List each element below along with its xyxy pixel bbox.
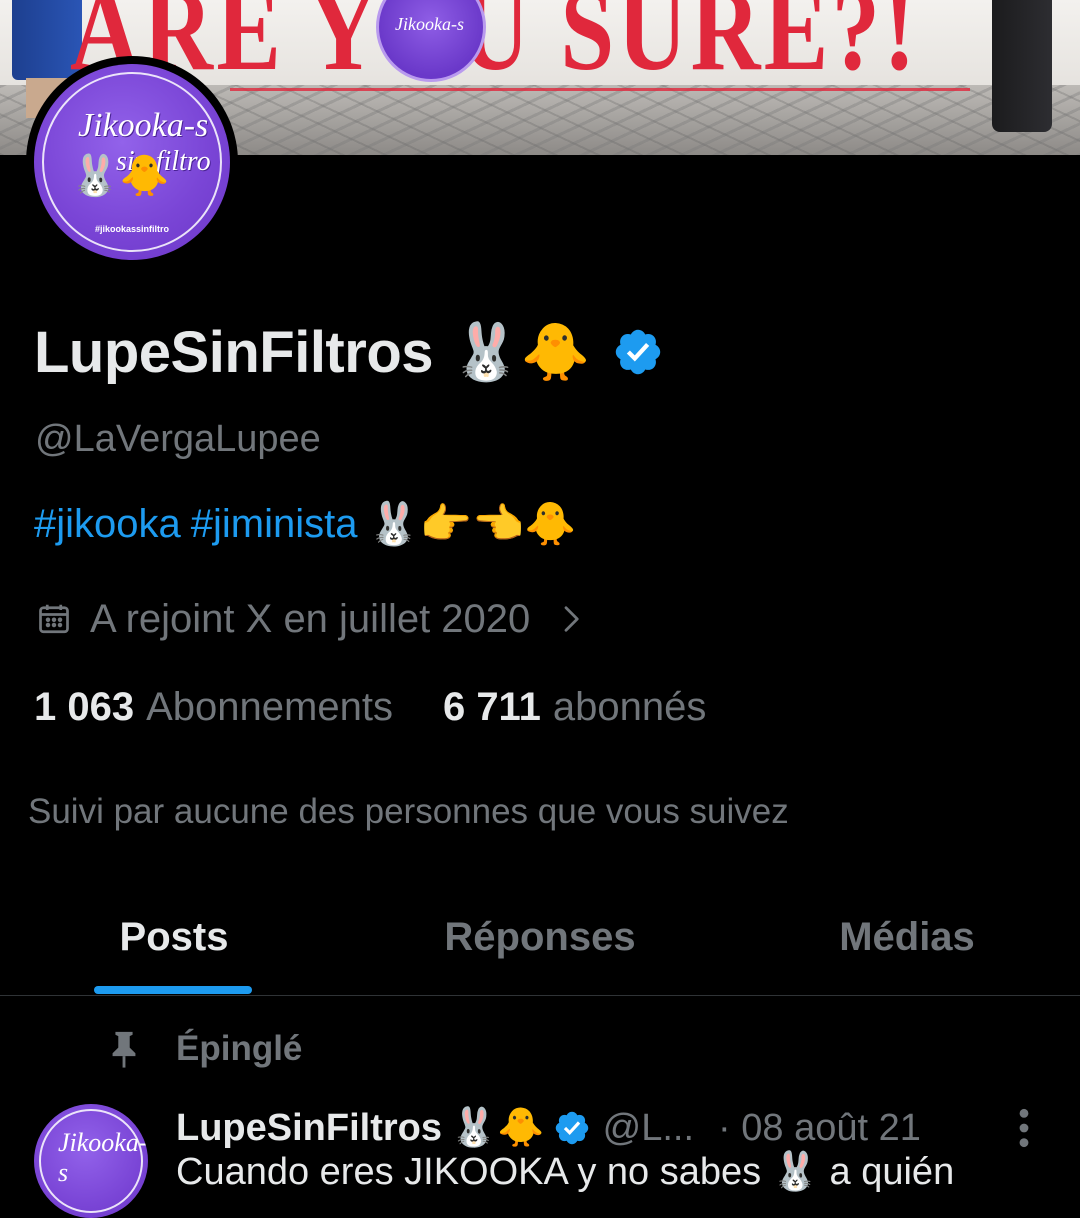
post-date[interactable]: · 08 août 21 [718, 1107, 921, 1150]
chevron-right-icon [564, 606, 579, 632]
post-author-name[interactable]: LupeSinFiltros [176, 1107, 442, 1150]
followers-link[interactable]: 6 711 abonnés [443, 685, 706, 730]
avatar-logo-line1: Jikooka-s [78, 107, 209, 144]
banner-badge-script: Jikooka-s [395, 14, 464, 34]
pinned-label: Épinglé [176, 1029, 303, 1068]
verified-badge-icon [555, 1111, 588, 1145]
tab-posts[interactable]: Posts [56, 880, 292, 995]
avatar-image: Jikooka-s sin filtro 🐰🐥 #jikookassinfilt… [34, 64, 230, 260]
post-avatar[interactable]: Jikooka-s [34, 1104, 148, 1218]
profile-display-name: LupeSinFiltros 🐰🐥 [34, 312, 664, 392]
display-name-emojis: 🐰🐥 [451, 320, 591, 383]
post-header: LupeSinFiltros 🐰🐥 @L... · 08 août 21 [176, 1102, 1036, 1154]
post-avatar-logo-text: Jikooka-s [58, 1128, 148, 1187]
profile-stats: 1 063 Abonnements 6 711 abonnés [34, 680, 706, 734]
profile-avatar[interactable]: Jikooka-s sin filtro 🐰🐥 #jikookassinfilt… [26, 56, 238, 268]
followers-count: 6 711 [442, 684, 541, 729]
pinned-indicator: Épinglé [106, 1024, 302, 1074]
profile-bio: #jikooka #jiminista 🐰👉👈🐥 [34, 500, 577, 549]
joined-text: A rejoint X en juillet 2020 [90, 596, 531, 641]
post-author-emojis: 🐰🐥 [450, 1107, 545, 1149]
following-label: Abonnements [146, 684, 393, 729]
banner-person-right [992, 0, 1052, 132]
profile-tabs: Posts Réponses Médias [0, 880, 1080, 996]
verified-badge-icon[interactable] [612, 326, 664, 378]
avatar-tag: #jikookassinfiltro [94, 224, 170, 234]
following-link[interactable]: 1 063 Abonnements [34, 685, 393, 730]
followed-by-text: Suivi par aucune des personnes que vous … [28, 792, 789, 831]
post-text: Cuando eres JIKOOKA y no sabes 🐰 a quién [176, 1151, 955, 1193]
profile-handle: @LaVergaLupee [35, 418, 321, 460]
more-vertical-icon[interactable] [1010, 1106, 1038, 1150]
tab-replies[interactable]: Réponses [400, 880, 680, 995]
bio-emojis: 🐰👉👈🐥 [367, 500, 577, 547]
bio-hashtag-jiminista[interactable]: #jiminista [191, 502, 358, 547]
bio-hashtag-jikooka[interactable]: #jikooka [34, 502, 181, 547]
calendar-icon [39, 604, 69, 634]
display-name-text: LupeSinFiltros [34, 319, 434, 385]
active-tab-indicator [94, 986, 252, 994]
pin-icon [112, 1031, 136, 1068]
followers-label: abonnés [552, 684, 707, 729]
profile-joined-date[interactable]: A rejoint X en juillet 2020 [36, 592, 586, 646]
avatar-emoji: 🐰🐥 [70, 154, 170, 198]
tab-media[interactable]: Médias [790, 880, 1024, 995]
following-count: 1 063 [34, 684, 135, 729]
post-author-handle[interactable]: @L... [603, 1107, 694, 1150]
banner-underline [230, 88, 970, 91]
